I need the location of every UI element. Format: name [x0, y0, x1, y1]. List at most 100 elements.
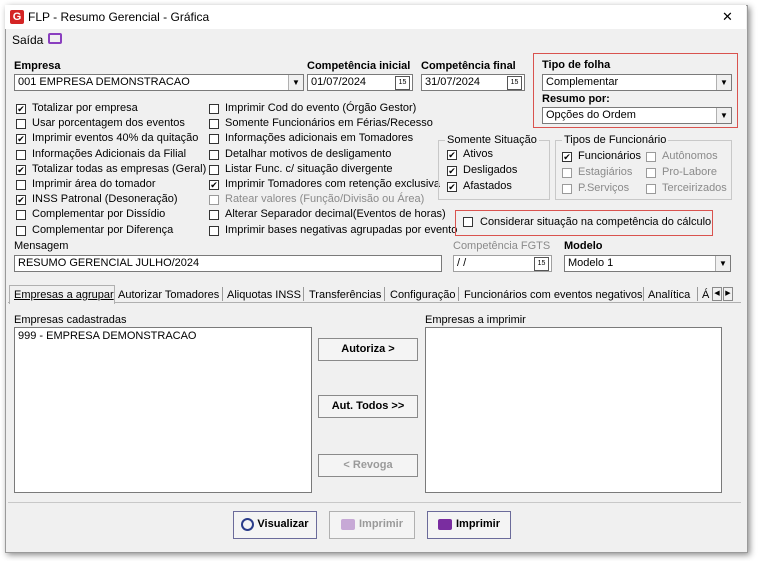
comp-inicial-label: Competência inicial	[307, 60, 411, 72]
footer-divider	[8, 502, 741, 503]
checkbox[interactable]: ✔	[562, 152, 572, 162]
checkbox-label: P.Serviços	[578, 182, 630, 194]
checkbox-label: Somente Funcionários em Férias/Recesso	[225, 117, 433, 130]
checkbox[interactable]	[16, 149, 26, 160]
checkbox[interactable]	[209, 195, 219, 206]
tab-overflow[interactable]: Á	[702, 289, 709, 301]
autoriza-button[interactable]: Autoriza >	[318, 338, 418, 361]
checkbox[interactable]	[209, 104, 219, 114]
search-icon	[241, 517, 255, 531]
checkbox[interactable]	[646, 168, 656, 178]
monitor-icon[interactable]	[48, 33, 62, 44]
fgts-label: Competência FGTS	[453, 240, 551, 252]
tab-configuracao[interactable]: Configuração	[390, 289, 455, 301]
tipo-folha-label: Tipo de folha	[542, 59, 611, 71]
aut-todos-button[interactable]: Aut. Todos >>	[318, 395, 418, 418]
checkbox-label: Totalizar por empresa	[32, 102, 138, 114]
checkbox[interactable]	[562, 184, 572, 194]
tipos-funcionario-title: Tipos de Funcionário	[562, 134, 669, 146]
checkbox[interactable]	[209, 134, 219, 145]
tab-scroll-left-icon[interactable]: ◀	[712, 287, 722, 301]
tab-analitica[interactable]: Analítica	[648, 289, 690, 301]
tab-transferencias[interactable]: Transferências	[309, 289, 381, 301]
checkbox-label: Listar Func. c/ situação divergente	[225, 162, 393, 175]
checkbox-label: INSS Patronal (Desoneração)	[32, 193, 178, 206]
mensagem-value: RESUMO GERENCIAL JULHO/2024	[18, 257, 200, 269]
comp-inicial-field[interactable]: 01/07/2024 15	[307, 74, 413, 91]
checkbox[interactable]: ✔	[447, 166, 457, 176]
checkbox[interactable]: ✔	[447, 182, 457, 192]
cadastradas-label: Empresas cadastradas	[14, 314, 127, 326]
resumo-por-value: Opções do Ordem	[546, 109, 636, 121]
mensagem-field[interactable]: RESUMO GERENCIAL JULHO/2024	[14, 255, 442, 272]
revoga-button[interactable]: < Revoga	[318, 454, 418, 477]
checkbox[interactable]: ✔	[447, 150, 457, 160]
checkbox[interactable]: ✔	[16, 104, 26, 114]
imprimir-label: Empresas a imprimir	[425, 314, 526, 326]
considerar-checkbox[interactable]	[463, 217, 473, 227]
chevron-down-icon[interactable]: ▼	[715, 256, 730, 271]
calendar-icon[interactable]: 15	[507, 76, 522, 90]
tab-aliquotas-inss[interactable]: Aliquotas INSS	[227, 289, 301, 301]
cadastradas-list[interactable]: 999 - EMPRESA DEMONSTRACAO	[14, 327, 312, 493]
revoga-label: < Revoga	[343, 459, 393, 471]
tab-empresas-agrupar[interactable]: Empresas a agrupar	[14, 289, 114, 301]
checkbox-label: Alterar Separador decimal(Eventos de hor…	[225, 208, 446, 221]
checkbox[interactable]	[209, 210, 219, 221]
checkbox[interactable]	[16, 119, 26, 130]
resumo-por-select[interactable]: Opções do Ordem ▼	[542, 107, 732, 124]
checkbox[interactable]	[209, 149, 219, 160]
checkbox[interactable]	[16, 180, 26, 190]
imprimir-disabled-button[interactable]: Imprimir	[329, 511, 415, 539]
comp-final-value: 31/07/2024	[425, 76, 481, 88]
tab-scroll-right-icon[interactable]: ▶	[723, 287, 733, 301]
calendar-icon[interactable]: 15	[534, 257, 549, 271]
checkbox[interactable]	[209, 164, 219, 175]
menu-saida[interactable]: Saída	[12, 33, 43, 47]
checkbox-label: Imprimir eventos 40% da quitação	[32, 132, 199, 145]
app-logo-icon: G	[10, 10, 24, 24]
tab-autorizar-tomadores[interactable]: Autorizar Tomadores	[118, 289, 219, 301]
imprimir-disabled-label: Imprimir	[358, 518, 403, 530]
considerar-label: Considerar situação na competência do cá…	[480, 216, 712, 228]
comp-inicial-value: 01/07/2024	[311, 76, 367, 88]
list-item[interactable]: 999 - EMPRESA DEMONSTRACAO	[15, 328, 311, 344]
checkbox-label: Detalhar motivos de desligamento	[225, 147, 392, 160]
checkbox-label: Estagiários	[578, 166, 633, 178]
fgts-field[interactable]: / / 15	[453, 255, 552, 272]
chevron-down-icon[interactable]: ▼	[716, 75, 731, 90]
checkbox[interactable]: ✔	[209, 180, 219, 190]
checkbox[interactable]: ✔	[16, 195, 26, 206]
checkbox-label: Complementar por Diferença	[32, 223, 174, 236]
tab-funcionarios-eventos-negativos[interactable]: Funcionários com eventos negativos	[464, 289, 643, 301]
checkbox-label: Ratear valores (Função/Divisão ou Área)	[225, 193, 425, 206]
checkbox[interactable]	[562, 168, 572, 178]
checkbox-label: Totalizar todas as empresas (Geral)	[32, 162, 207, 175]
chevron-down-icon[interactable]: ▼	[288, 75, 303, 90]
tipo-folha-select[interactable]: Complementar ▼	[542, 74, 732, 91]
checkbox[interactable]: ✔	[16, 164, 26, 175]
imprimir-list[interactable]	[425, 327, 722, 493]
checkbox-label: Complementar por Dissídio	[32, 208, 166, 221]
checkbox[interactable]	[209, 225, 219, 236]
checkbox[interactable]	[16, 225, 26, 236]
close-button[interactable]: ✕	[722, 9, 733, 25]
checkbox[interactable]	[646, 152, 656, 162]
chevron-down-icon[interactable]: ▼	[716, 108, 731, 123]
checkbox-label: Terceirizados	[662, 182, 727, 194]
checkbox-label: Autônomos	[662, 150, 718, 162]
checkbox[interactable]	[209, 119, 219, 130]
checkbox-label: Funcionários	[578, 150, 641, 162]
modelo-select[interactable]: Modelo 1 ▼	[564, 255, 731, 272]
empresa-select[interactable]: 001 EMPRESA DEMONSTRACAO ▼	[14, 74, 304, 91]
tab-baseline	[8, 302, 741, 303]
visualizar-button[interactable]: Visualizar	[233, 511, 317, 539]
checkbox[interactable]	[646, 184, 656, 194]
imprimir-button[interactable]: Imprimir	[427, 511, 511, 539]
checkbox[interactable]: ✔	[16, 134, 26, 145]
checkbox[interactable]	[16, 210, 26, 221]
calendar-icon[interactable]: 15	[395, 76, 410, 90]
comp-final-field[interactable]: 31/07/2024 15	[421, 74, 525, 91]
checkbox-label: Usar porcentagem dos eventos	[32, 117, 185, 130]
checkbox-label: Afastados	[463, 180, 512, 192]
